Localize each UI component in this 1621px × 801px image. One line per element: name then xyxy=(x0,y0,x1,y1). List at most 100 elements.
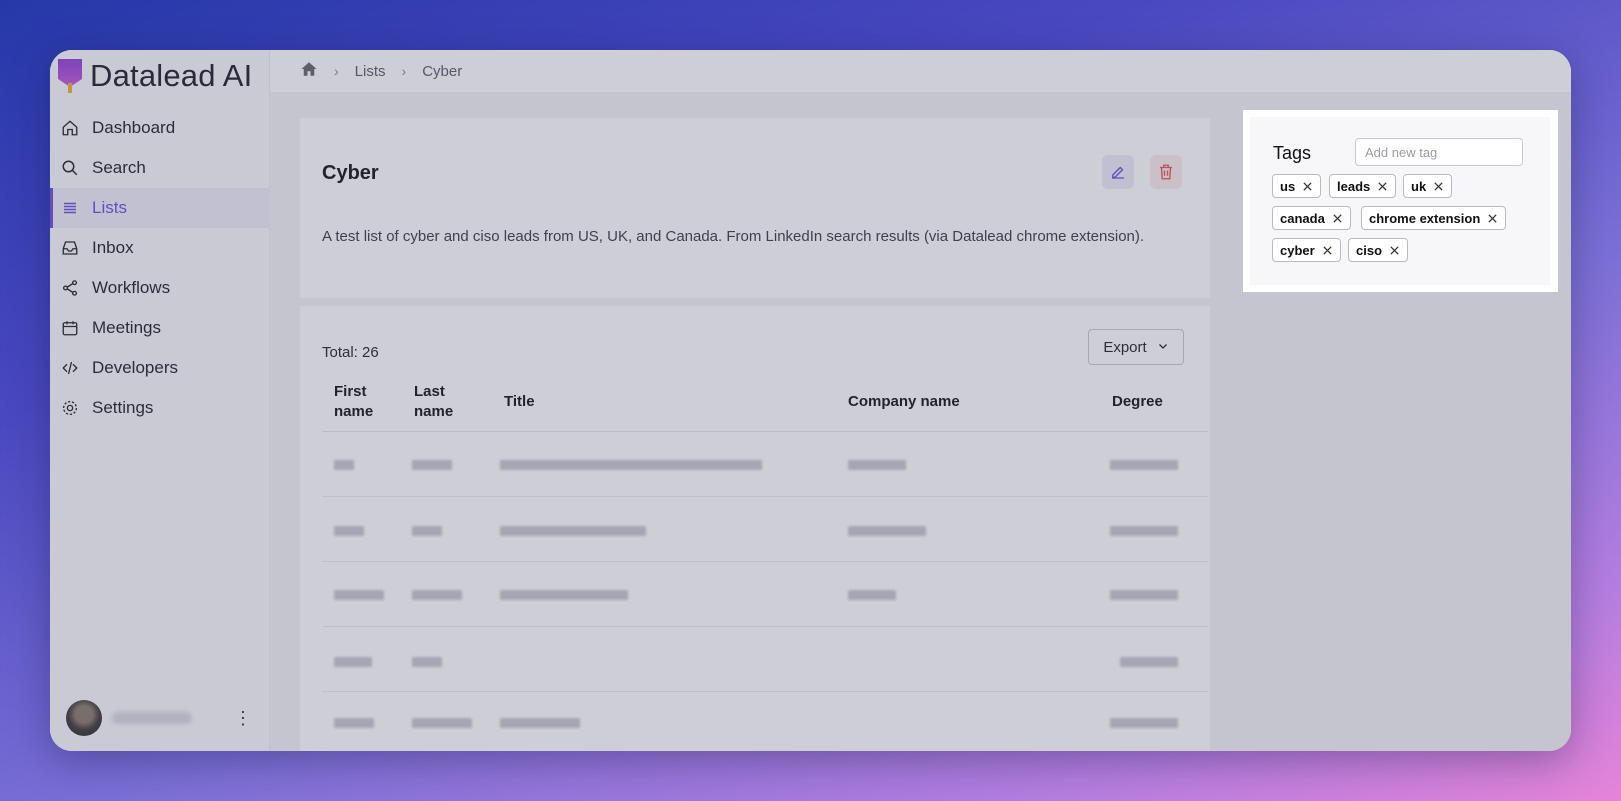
tags-panel: Tags us leads uk canada chrome extension… xyxy=(1243,110,1558,292)
column-last-name[interactable]: Last name xyxy=(414,382,474,422)
list-description: A test list of cyber and ciso leads from… xyxy=(322,228,1145,245)
tag-label: ciso xyxy=(1356,242,1383,258)
tag-label: us xyxy=(1280,178,1296,194)
sidebar-item-label: Dashboard xyxy=(92,118,176,137)
close-icon[interactable] xyxy=(1302,181,1313,192)
more-options-icon[interactable]: ⋮ xyxy=(234,708,252,729)
table-row[interactable] xyxy=(322,498,1208,562)
sidebar-item-workflows[interactable]: Workflows xyxy=(50,268,270,308)
redacted-cell xyxy=(334,590,384,600)
edit-button[interactable] xyxy=(1102,155,1134,189)
table-row[interactable] xyxy=(322,563,1208,627)
gear-icon xyxy=(60,398,80,418)
breadcrumb-lists[interactable]: Lists xyxy=(355,63,386,80)
column-degree[interactable]: Degree xyxy=(1112,392,1163,412)
redacted-cell xyxy=(500,526,646,536)
tag-label: canada xyxy=(1280,210,1325,226)
breadcrumb-separator: › xyxy=(334,63,339,79)
app-window: Datalead AI Dashboard Search Lists Inbox xyxy=(50,50,1571,751)
redacted-cell xyxy=(412,657,442,667)
close-icon[interactable] xyxy=(1377,181,1388,192)
search-icon xyxy=(60,158,80,178)
delete-button[interactable] xyxy=(1150,155,1182,189)
app-name: Datalead AI xyxy=(90,58,253,93)
add-tag-input[interactable] xyxy=(1355,138,1523,166)
redacted-cell xyxy=(334,460,354,470)
sidebar-item-label: Workflows xyxy=(92,278,171,297)
redacted-cell xyxy=(412,526,442,536)
column-first-name[interactable]: First name xyxy=(334,382,394,422)
tag-chip: uk xyxy=(1403,174,1453,198)
share-icon xyxy=(60,278,80,298)
sidebar-item-label: Inbox xyxy=(92,238,134,257)
sidebar-item-inbox[interactable]: Inbox xyxy=(50,228,270,268)
list-details-card: Cyber A test list of cyber and ciso lead… xyxy=(300,118,1210,298)
sidebar-nav: Dashboard Search Lists Inbox Workflows M… xyxy=(50,108,270,428)
breadcrumb-current: Cyber xyxy=(422,62,463,80)
export-button[interactable]: Export xyxy=(1088,329,1184,365)
user-name-redacted xyxy=(112,712,192,724)
logo-icon xyxy=(58,59,82,93)
pencil-icon xyxy=(1112,166,1124,179)
code-icon xyxy=(60,358,80,378)
chevron-down-icon xyxy=(1157,340,1169,355)
redacted-cell xyxy=(1120,657,1178,667)
close-icon[interactable] xyxy=(1487,213,1498,224)
column-company-name[interactable]: Company name xyxy=(848,392,960,412)
table-row[interactable] xyxy=(322,693,1208,751)
page-title: Cyber xyxy=(322,162,379,184)
sidebar-item-lists[interactable]: Lists xyxy=(50,188,270,228)
breadcrumb: › Lists › Cyber xyxy=(270,50,1571,92)
sidebar-item-developers[interactable]: Developers xyxy=(50,348,270,388)
home-icon xyxy=(60,118,80,138)
redacted-cell xyxy=(500,590,628,600)
redacted-cell xyxy=(848,526,926,536)
sidebar-item-settings[interactable]: Settings xyxy=(50,388,270,428)
user-menu[interactable]: ⋮ xyxy=(66,700,256,736)
table-row[interactable] xyxy=(322,628,1208,692)
sidebar-item-dashboard[interactable]: Dashboard xyxy=(50,108,270,148)
trash-icon xyxy=(1160,164,1172,180)
redacted-cell xyxy=(334,526,364,536)
tag-label: leads xyxy=(1337,178,1371,194)
tag-chip: canada xyxy=(1272,206,1351,230)
redacted-cell xyxy=(848,590,896,600)
redacted-cell xyxy=(412,718,472,728)
redacted-cell xyxy=(1110,526,1178,536)
calendar-icon xyxy=(60,318,80,338)
redacted-cell xyxy=(412,460,452,470)
sidebar-item-label: Meetings xyxy=(92,318,161,337)
sidebar-item-label: Developers xyxy=(92,358,178,377)
tag-label: cyber xyxy=(1280,242,1315,258)
sidebar-item-meetings[interactable]: Meetings xyxy=(50,308,270,348)
avatar[interactable] xyxy=(66,700,102,736)
close-icon[interactable] xyxy=(1433,181,1444,192)
tag-chip: ciso xyxy=(1348,238,1409,262)
sidebar-item-search[interactable]: Search xyxy=(50,148,270,188)
sidebar-item-label: Settings xyxy=(92,398,154,417)
list-icon xyxy=(60,198,80,218)
app-logo[interactable]: Datalead AI xyxy=(58,58,252,94)
close-icon[interactable] xyxy=(1389,245,1400,256)
sidebar-item-label: Search xyxy=(92,158,146,177)
tag-chip: us xyxy=(1272,174,1322,198)
redacted-cell xyxy=(848,460,906,470)
column-title[interactable]: Title xyxy=(504,392,535,412)
tag-label: chrome extension xyxy=(1369,210,1481,226)
breadcrumb-separator: › xyxy=(401,63,407,79)
close-icon[interactable] xyxy=(1322,245,1333,256)
redacted-cell xyxy=(1110,718,1178,728)
tag-chip: chrome extension xyxy=(1361,206,1507,230)
tag-chip: cyber xyxy=(1272,238,1341,262)
redacted-cell xyxy=(500,460,762,470)
tag-chip: leads xyxy=(1329,174,1397,198)
sidebar: Datalead AI Dashboard Search Lists Inbox xyxy=(50,50,270,751)
close-icon[interactable] xyxy=(1332,213,1343,224)
export-label: Export xyxy=(1103,338,1147,356)
tag-label: uk xyxy=(1411,178,1427,194)
redacted-cell xyxy=(500,718,580,728)
sidebar-item-label: Lists xyxy=(92,198,127,217)
table-row[interactable] xyxy=(322,433,1208,497)
tags-label: Tags xyxy=(1273,143,1312,163)
home-icon[interactable] xyxy=(300,60,318,83)
